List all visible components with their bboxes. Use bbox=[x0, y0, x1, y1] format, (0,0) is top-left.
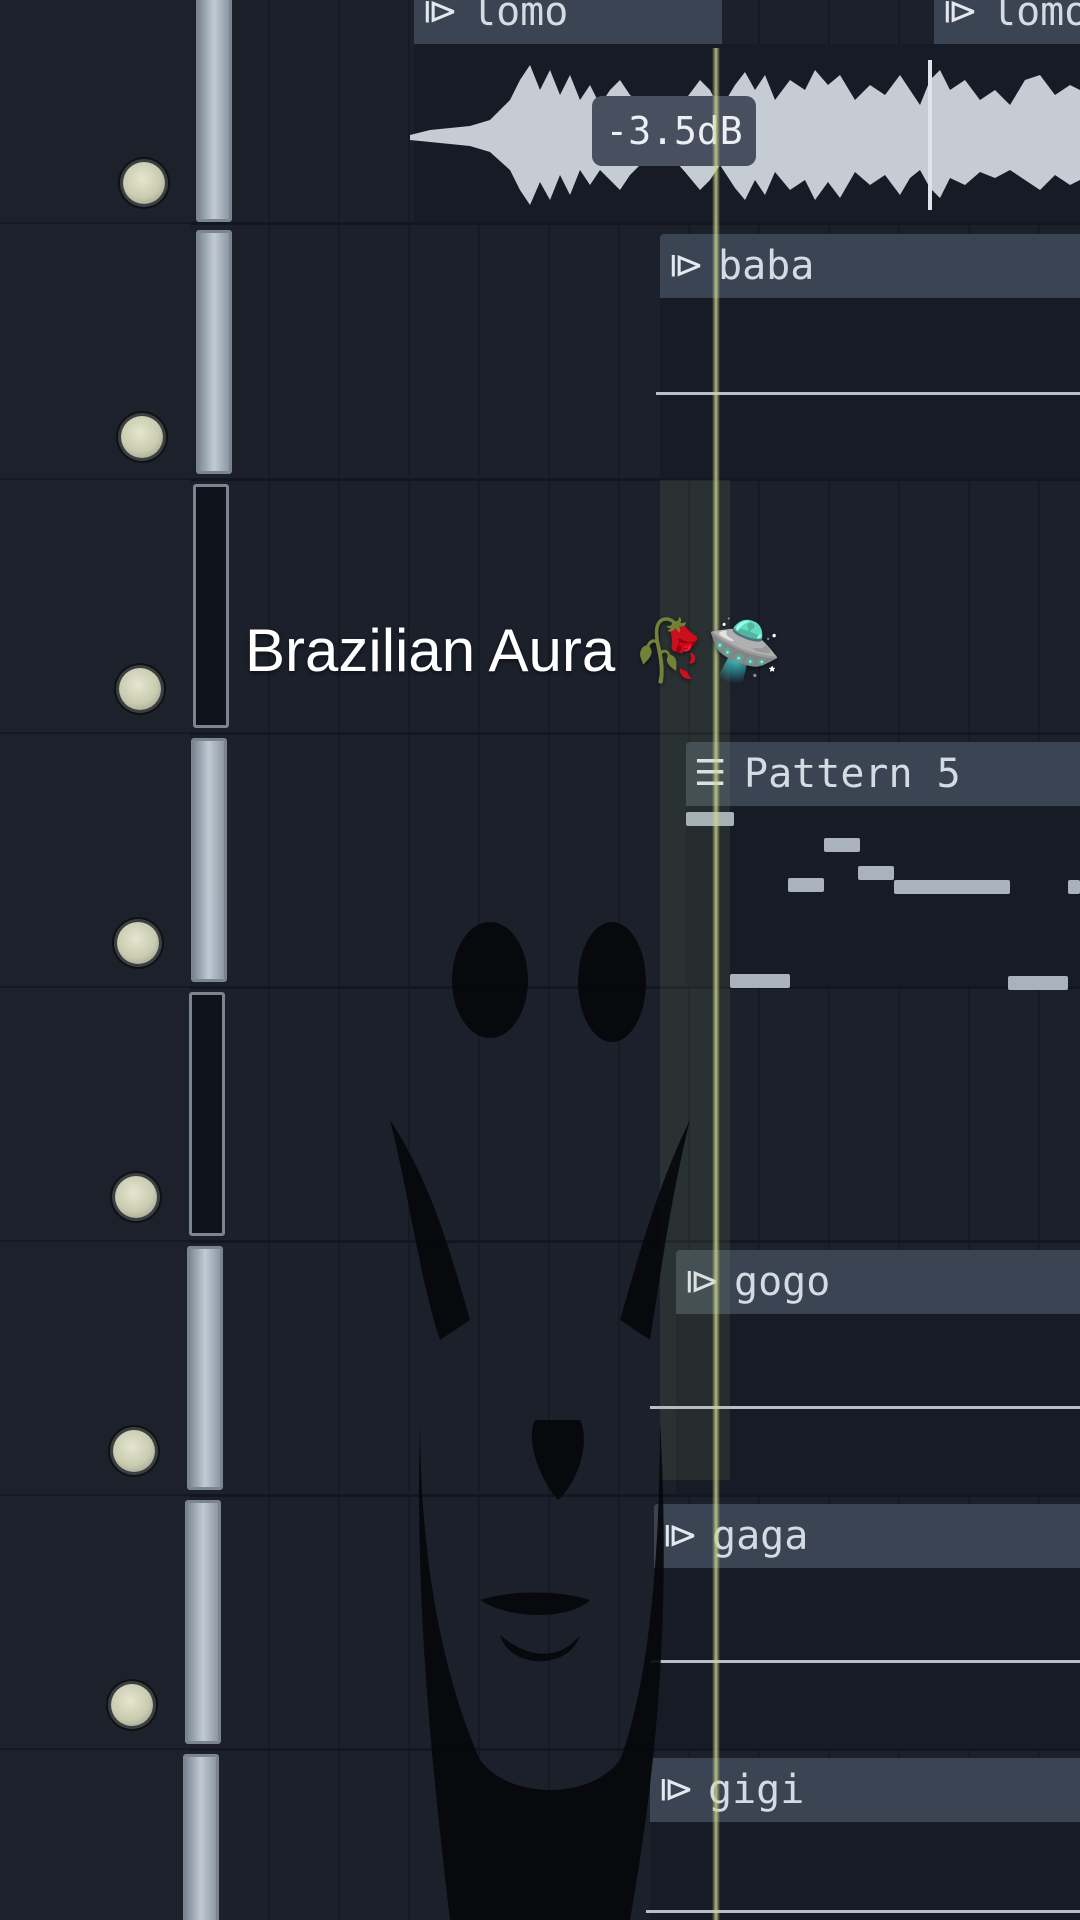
track-header-7 bbox=[0, 1496, 190, 1750]
piano-note bbox=[858, 866, 894, 880]
audio-clip-icon: ⧐ bbox=[422, 0, 458, 32]
track-mute-icon[interactable] bbox=[123, 162, 165, 204]
pattern-clip-header[interactable]: ☰ Pattern 5 bbox=[686, 742, 1080, 806]
audio-clip-icon: ⧐ bbox=[662, 1515, 698, 1556]
track-selector[interactable] bbox=[189, 992, 225, 1236]
playlist-window: ⧐ lomo ⧐ lomo -3.5dB ⧐ baba ☰ Pattern 5 … bbox=[0, 0, 1080, 1920]
piano-note bbox=[1008, 976, 1068, 990]
video-caption: Brazilian Aura 🥀🛸 bbox=[245, 617, 782, 684]
track-selector[interactable] bbox=[183, 1754, 219, 1920]
track-selector[interactable] bbox=[187, 1246, 223, 1490]
track-mute-icon[interactable] bbox=[115, 1176, 157, 1218]
track-selector[interactable] bbox=[196, 230, 232, 474]
audio-clip-icon: ⧐ bbox=[658, 1769, 694, 1810]
track-header-6 bbox=[0, 1242, 190, 1496]
clip-name: Pattern 5 bbox=[744, 751, 961, 797]
clip-name: baba bbox=[718, 243, 815, 289]
track-header-4 bbox=[0, 734, 190, 988]
piano-note bbox=[1068, 880, 1080, 894]
clip-name: lomo bbox=[472, 0, 569, 35]
track-mute-icon[interactable] bbox=[121, 416, 163, 458]
piano-note bbox=[788, 878, 824, 892]
track-header-3 bbox=[0, 480, 190, 734]
track-selector[interactable] bbox=[196, 0, 232, 222]
clip-name: gogo bbox=[734, 1259, 831, 1305]
audio-clip-header[interactable]: ⧐ lomo bbox=[934, 0, 1080, 44]
audio-clip-header[interactable]: ⧐ lomo bbox=[414, 0, 722, 44]
audio-clip-icon: ⧐ bbox=[668, 245, 704, 286]
track-mute-icon[interactable] bbox=[111, 1684, 153, 1726]
playhead[interactable] bbox=[712, 48, 720, 1920]
piano-note bbox=[894, 880, 1010, 894]
audio-clip-icon: ⧐ bbox=[942, 0, 978, 32]
audio-clip-body[interactable] bbox=[676, 1314, 1080, 1494]
piano-note bbox=[730, 974, 790, 988]
clip-name: lomo bbox=[992, 0, 1080, 35]
track-mute-icon[interactable] bbox=[119, 668, 161, 710]
face-overlay-graphic bbox=[390, 922, 690, 1920]
piano-note bbox=[824, 838, 860, 852]
track-selector[interactable] bbox=[191, 738, 227, 982]
track-header-5 bbox=[0, 988, 190, 1242]
track-mute-icon[interactable] bbox=[117, 922, 159, 964]
gain-tooltip: -3.5dB bbox=[592, 96, 756, 166]
audio-clip-body[interactable] bbox=[660, 298, 1080, 478]
track-mute-icon[interactable] bbox=[113, 1430, 155, 1472]
clip-name: gaga bbox=[712, 1513, 809, 1559]
track-header-8 bbox=[0, 1750, 190, 1920]
track-selector[interactable] bbox=[185, 1500, 221, 1744]
track-selector[interactable] bbox=[193, 484, 229, 728]
audio-clip-header[interactable]: ⧐ baba bbox=[660, 234, 1080, 298]
audio-clip-header[interactable]: ⧐ gogo bbox=[676, 1250, 1080, 1314]
clip-name: gigi bbox=[708, 1767, 805, 1813]
pattern-clip-body[interactable] bbox=[686, 806, 1080, 986]
